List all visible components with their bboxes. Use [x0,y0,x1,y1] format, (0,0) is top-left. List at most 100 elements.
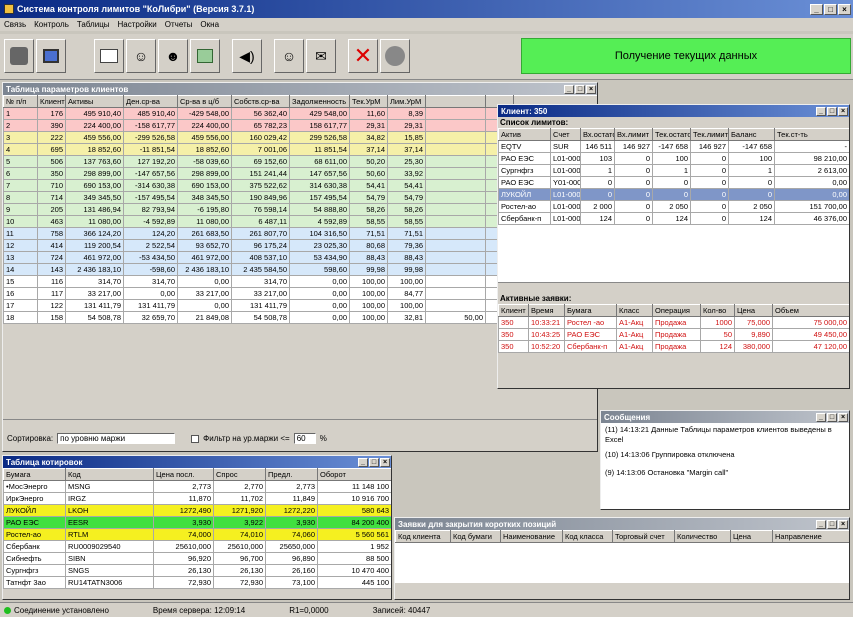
minimize-button[interactable]: _ [810,3,823,15]
table-row[interactable]: Ростел-ао RTLM 74,000 74,010 74,060 5 560 561 [3,528,391,541]
table-row[interactable]: ИркЭнерго IRGZ 11,870 11,702 11,849 10 916 70… [3,492,391,505]
filter-input[interactable]: 60 [293,433,316,444]
export-icon[interactable] [190,39,220,73]
q-col-turnover[interactable]: Оборот [317,468,391,481]
o-col-time[interactable]: Время [528,304,565,317]
l-col-asset[interactable]: Актив [498,128,551,141]
close-button[interactable]: × [838,3,851,15]
stop-icon[interactable] [380,39,410,73]
sort-select[interactable]: по уровню маржи [57,433,176,444]
connect-icon[interactable] [4,39,34,73]
table-row[interactable]: 350 10:52:20 Сбербанк-п A1-Акц Продажа 124 380… [498,340,849,353]
l-col-in-balance[interactable]: Вх.остаток [580,128,615,141]
table-row[interactable]: Сбербанк-пL01-00001240124012446 376,00 [498,212,849,225]
o-col-client[interactable]: Клиент [498,304,529,317]
o-col-volume[interactable]: Объем [772,304,849,317]
params-close-button[interactable]: × [586,84,596,94]
mail-icon[interactable]: ✉ [306,39,336,73]
menu-tables[interactable]: Таблицы [77,20,110,29]
client-card-icon[interactable]: ☻ [158,39,188,73]
params-min-button[interactable]: _ [564,84,574,94]
stop-trading-icon[interactable]: ✕ [348,39,378,73]
col-extra-1[interactable] [425,95,486,108]
s-col-client[interactable]: Код клиента [395,530,451,543]
o-col-class[interactable]: Класс [616,304,653,317]
table-row[interactable]: Сбербанк RU0009029540 25610,000 25610,000 25… [3,540,391,553]
menu-windows[interactable]: Окна [200,20,219,29]
q-col-last[interactable]: Цена посл. [153,468,214,481]
short-max-button[interactable]: □ [827,519,837,529]
table-row[interactable]: Татнфт 3ао RU14TATN3006 72,930 72,930 73,100… [3,576,391,589]
col-equity[interactable]: Собств.ср-ва [231,95,290,108]
table-row[interactable]: ЛУКОЙЛ LKOH 1272,490 1271,920 1272,220 580 64… [3,504,391,517]
messages-max-button[interactable]: □ [827,412,837,422]
quotes-close-button[interactable]: × [380,457,390,467]
filter-checkbox[interactable] [191,434,200,443]
q-col-security[interactable]: Бумага [3,468,66,481]
table-row[interactable]: ЛУКОЙЛL01-0000000000,00 [498,188,849,201]
s-col-direction[interactable]: Направление [772,530,849,543]
table-row[interactable]: РАО ЕЭСY01-0000000000,00 [498,176,849,189]
l-col-account[interactable]: Счет [550,128,581,141]
col-lim-margin[interactable]: Лим.УрМ [387,95,426,108]
q-col-bid[interactable]: Спрос [213,468,266,481]
s-col-qty[interactable]: Количество [674,530,731,543]
table-row[interactable]: •МосЭнерго MSNG 2,773 2,770 2,773 11 148 100 [3,480,391,493]
clients-icon[interactable]: ☺ [126,39,156,73]
col-cur-margin[interactable]: Тек.УрМ [349,95,388,108]
client-min-button[interactable]: _ [816,106,826,116]
s-col-account[interactable]: Торговый счет [612,530,675,543]
table-row[interactable]: СургнфгзL01-0000101012 613,00 [498,164,849,177]
quotes-max-button[interactable]: □ [369,457,379,467]
table-row[interactable]: Сибнефть SIBN 96,920 96,700 96,890 88 500 [3,552,391,565]
o-col-qty[interactable]: Кол-во [700,304,735,317]
l-col-value[interactable]: Тек.ст-ть [774,128,849,141]
col-cash[interactable]: Ден.ср-ва [123,95,178,108]
client-max-button[interactable]: □ [827,106,837,116]
col-num[interactable]: № п/п [3,95,38,108]
o-col-operation[interactable]: Операция [652,304,701,317]
col-assets[interactable]: Активы [65,95,124,108]
col-debt[interactable]: Задолженность [289,95,350,108]
table-row[interactable]: РАО ЕЭСL01-00001030100010098 210,00 [498,152,849,165]
maximize-button[interactable]: □ [824,3,837,15]
table-row[interactable]: Сургнфгз SNGS 26,130 26,130 26,160 10 470 400 [3,564,391,577]
menu-connection[interactable]: Связь [4,20,26,29]
col-securities[interactable]: Ср-ва в ц/б [177,95,232,108]
s-col-price[interactable]: Цена [730,530,773,543]
short-min-button[interactable]: _ [816,519,826,529]
menu-settings[interactable]: Настройки [118,20,157,29]
l-col-cur-limit[interactable]: Тек.лимит [690,128,729,141]
params-hscrollbar[interactable] [3,419,597,429]
o-col-price[interactable]: Цена [734,304,773,317]
messages-min-button[interactable]: _ [816,412,826,422]
sound-icon[interactable]: ◀) [232,39,262,73]
table-row[interactable]: EQTV SUR 146 511 146 927 -147 658 146 927 -147… [498,140,849,153]
l-col-balance[interactable]: Баланс [728,128,775,141]
users-icon[interactable]: ☺ [274,39,304,73]
client-close-button[interactable]: × [838,106,848,116]
disconnect-icon[interactable] [36,39,66,73]
table-row[interactable]: РАО ЕЭС EESR 3,930 3,922 3,930 84 200 400 [3,516,391,529]
menu-control[interactable]: Контроль [34,20,69,29]
short-close-button[interactable]: × [838,519,848,529]
q-col-code[interactable]: Код [65,468,154,481]
table-row[interactable]: 350 10:33:21 Ростел -ао A1-Акц Продажа 1000 75… [498,316,849,329]
limits-hscrollbar[interactable] [498,283,849,293]
table-row[interactable]: Ростел-аоL01-00002 00002 05002 050151 70… [498,200,849,213]
menu-reports[interactable]: Отчеты [165,20,193,29]
q-col-ask[interactable]: Предл. [265,468,318,481]
quotes-min-button[interactable]: _ [358,457,368,467]
params-max-button[interactable]: □ [575,84,585,94]
l-col-in-limit[interactable]: Вх.лимит [614,128,653,141]
s-col-sec-code[interactable]: Код бумаги [450,530,501,543]
table-row[interactable]: 350 10:43:25 РАО ЕЭС A1-Акц Продажа 50 9,890 49… [498,328,849,341]
params-table-icon[interactable] [94,39,124,73]
messages-close-button[interactable]: × [838,412,848,422]
s-col-class[interactable]: Код класса [562,530,613,543]
table-cell: 88 500 [317,552,391,565]
o-col-security[interactable]: Бумага [564,304,617,317]
col-client[interactable]: Клиент [37,95,66,108]
s-col-name[interactable]: Наименование [500,530,563,543]
l-col-cur-balance[interactable]: Тек.остаток [652,128,691,141]
